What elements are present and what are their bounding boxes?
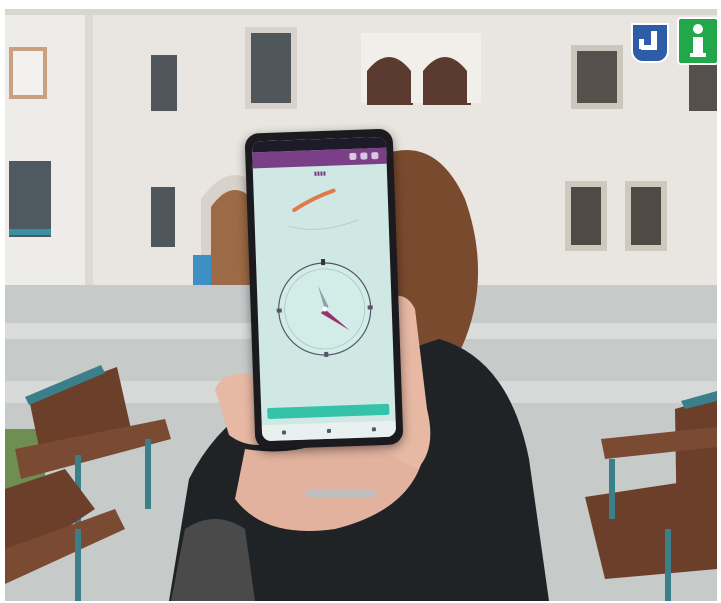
info-icon [677,17,717,65]
app-bar [252,147,387,169]
bracelet [305,489,375,497]
stone-quoin-band [85,9,93,289]
app-bar-icon [360,152,368,160]
roof-edge [5,9,717,15]
nav-home-icon[interactable] [326,428,332,433]
blue-bin [193,255,211,285]
photo-frame: ▮▮▮▮ [5,9,717,601]
android-nav-bar [261,420,397,442]
phone-screen: ▮▮▮▮ [251,136,397,442]
nav-back-icon[interactable] [282,430,287,435]
compass [276,258,373,358]
app-action-button[interactable] [267,403,390,420]
smartphone: ▮▮▮▮ [244,128,404,450]
accessibility-sign-icon [631,23,669,63]
app-bar-icon [371,152,379,160]
trail-map-sketch [288,188,359,230]
nav-recent-icon[interactable] [371,427,376,432]
app-bar-icon [349,152,357,161]
north-marker [320,258,326,266]
